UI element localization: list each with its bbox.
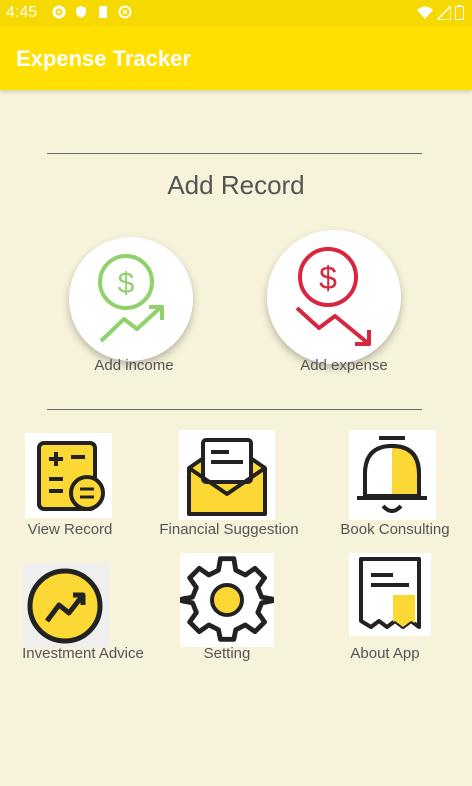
expense-icon: $ bbox=[295, 247, 371, 346]
bell-icon bbox=[357, 436, 427, 513]
view-record-label[interactable]: View Record bbox=[10, 521, 130, 538]
about-app-label[interactable]: About App bbox=[330, 645, 440, 662]
financial-suggestion-label[interactable]: Financial Suggestion bbox=[149, 521, 309, 538]
divider-top bbox=[47, 153, 422, 154]
section-title-add-record: Add Record bbox=[167, 170, 305, 200]
shield-icon bbox=[74, 5, 88, 19]
sd-card-icon bbox=[96, 5, 110, 19]
add-expense-button[interactable]: $ bbox=[267, 230, 401, 364]
gear-icon bbox=[52, 5, 66, 19]
add-expense-label[interactable]: Add expense bbox=[279, 357, 409, 374]
status-time: 4:45 bbox=[6, 4, 38, 21]
signal-icon bbox=[435, 3, 452, 25]
sync-icon bbox=[118, 5, 132, 19]
divider-bottom bbox=[47, 409, 422, 410]
svg-text:$: $ bbox=[319, 260, 337, 296]
calculator-icon bbox=[37, 441, 105, 511]
battery-icon bbox=[455, 5, 464, 25]
add-income-label[interactable]: Add income bbox=[69, 357, 199, 374]
investment-chart-icon bbox=[27, 568, 103, 644]
add-income-button[interactable]: $ bbox=[69, 237, 193, 361]
setting-label[interactable]: Setting bbox=[170, 645, 284, 662]
svg-text:$: $ bbox=[118, 267, 135, 300]
income-icon: $ bbox=[98, 254, 164, 343]
wifi-icon bbox=[417, 6, 433, 25]
envelope-icon bbox=[187, 438, 267, 516]
document-icon bbox=[359, 557, 421, 629]
investment-advice-label[interactable]: Investment Advice bbox=[8, 645, 158, 662]
gear-settings-icon bbox=[179, 556, 275, 642]
book-consulting-label[interactable]: Book Consulting bbox=[330, 521, 460, 538]
app-title: Expense Tracker bbox=[16, 46, 191, 71]
app-bar: Expense Tracker bbox=[0, 26, 472, 90]
status-bar: 4:45 bbox=[0, 0, 472, 26]
